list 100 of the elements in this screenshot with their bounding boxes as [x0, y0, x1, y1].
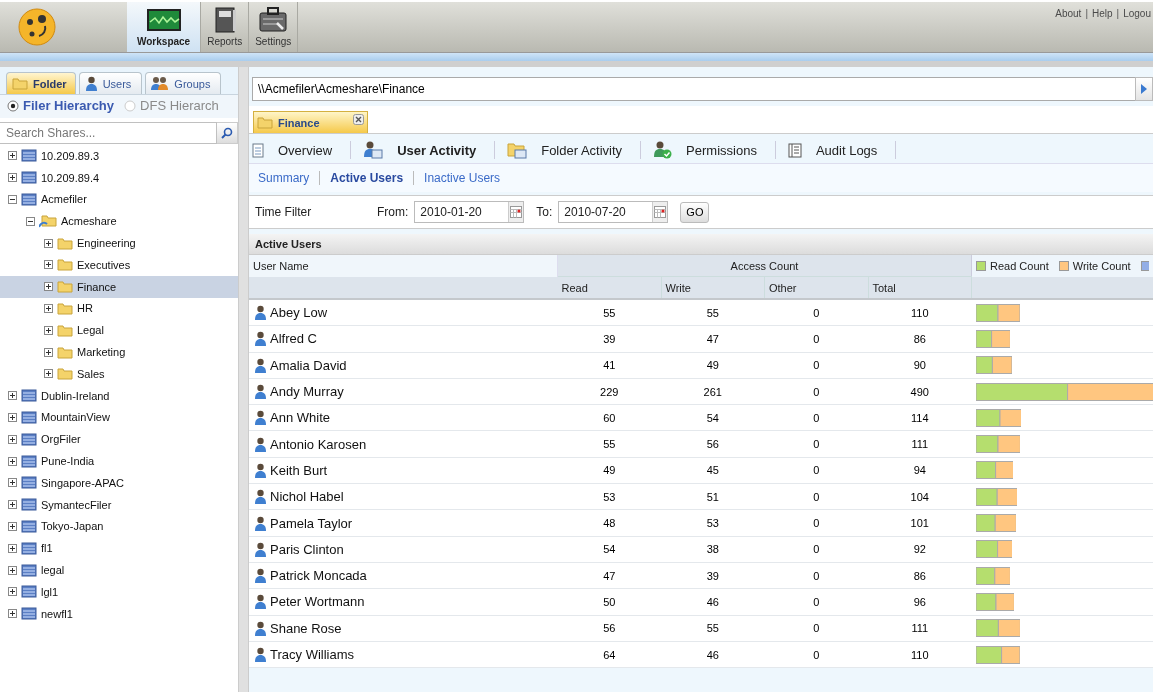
user-name[interactable]: Amalia David — [270, 357, 347, 373]
tree-item[interactable]: OrgFiler — [0, 428, 238, 451]
folder-icon — [257, 116, 273, 129]
tree-item[interactable]: Sales — [0, 362, 238, 385]
expand-icon — [8, 434, 17, 444]
date-field[interactable]: 2010-01-20 — [414, 201, 525, 223]
tree-item[interactable]: fl1 — [0, 537, 238, 560]
tree-item[interactable]: Dublin-Ireland — [0, 384, 238, 407]
table-cell: 0 — [764, 536, 868, 563]
expand-icon — [8, 173, 17, 183]
tree-item[interactable]: Acmefiler — [0, 188, 238, 211]
server-icon — [21, 563, 37, 577]
tree-item[interactable]: SymantecFiler — [0, 493, 238, 516]
table-cell: 0 — [764, 562, 868, 589]
table-cell: 0 — [764, 431, 868, 458]
table-cell: 46 — [661, 588, 765, 616]
tree-item[interactable]: 10.209.89.4 — [0, 166, 238, 189]
user-name[interactable]: Peter Wortmann — [270, 594, 365, 610]
server-icon — [21, 410, 37, 424]
document-tab[interactable]: Finance — [253, 111, 368, 133]
subview-link[interactable]: Active Users — [330, 171, 404, 185]
tree-item[interactable]: legal — [0, 559, 238, 581]
list-icon — [787, 142, 802, 158]
toolbox-icon — [259, 7, 288, 33]
legend-label: Read Count — [990, 259, 1049, 272]
user-name[interactable]: Pamela Taylor — [270, 515, 353, 531]
user-card-icon — [363, 141, 384, 159]
calendar-icon — [654, 206, 667, 218]
user-icon — [254, 384, 267, 400]
folder-icon — [57, 280, 73, 294]
expand-icon — [8, 412, 17, 422]
subview-link[interactable]: Inactive Users — [424, 171, 501, 185]
table-cell: 56 — [661, 431, 765, 458]
tree-item[interactable]: Singapore-APAC — [0, 471, 238, 494]
tree-item[interactable]: Legal — [0, 319, 238, 342]
tree-item[interactable]: Acmeshare — [0, 210, 238, 233]
user-name[interactable]: Andy Murray — [270, 384, 344, 400]
table-cell: 111 — [868, 615, 972, 642]
tree-item[interactable]: HR — [0, 297, 238, 320]
radio-option[interactable]: Filer Hierarchy — [7, 98, 115, 113]
table-cell: 114 — [868, 404, 972, 431]
user-name[interactable]: Paris Clinton — [270, 541, 344, 557]
table-cell: 86 — [868, 562, 972, 589]
table-cell: 0 — [764, 588, 868, 616]
search-button[interactable] — [217, 122, 238, 144]
user-icon — [254, 462, 267, 478]
user-name[interactable]: Nichol Habel — [270, 489, 344, 505]
sidebar-tab[interactable]: Groups — [145, 72, 222, 94]
user-name[interactable]: Ann White — [270, 410, 330, 426]
user-icon — [254, 515, 267, 531]
table-cell: 86 — [868, 325, 972, 353]
header-link[interactable]: Help — [1092, 8, 1113, 19]
user-name[interactable]: Alfred C — [270, 331, 317, 347]
tree-item[interactable]: 10.209.89.3 — [0, 145, 238, 167]
view-tab[interactable]: Permissions — [653, 141, 776, 159]
sidebar-tab[interactable]: Folder — [6, 72, 76, 94]
sidebar-tab[interactable]: Users — [78, 72, 143, 94]
view-tab[interactable]: Folder Activity — [507, 141, 642, 159]
date-field[interactable]: 2010-07-20 — [558, 201, 669, 223]
table-cell: 90 — [868, 352, 972, 379]
tree-item[interactable]: Pune-India — [0, 450, 238, 472]
table-cell: 0 — [764, 615, 868, 642]
tree-item[interactable]: Tokyo-Japan — [0, 515, 238, 538]
search-field[interactable]: Search Shares... — [0, 122, 217, 144]
go-button[interactable]: GO — [680, 201, 710, 223]
column-header[interactable]: User Name — [249, 255, 558, 277]
user-icon — [254, 620, 267, 636]
user-name[interactable]: Shane Rose — [270, 620, 342, 636]
table-cell: 56 — [557, 615, 661, 642]
header-link[interactable]: Logou — [1123, 8, 1151, 19]
view-tab[interactable]: User Activity — [363, 141, 496, 159]
binder-icon — [212, 7, 237, 33]
subview-link[interactable]: Summary — [258, 171, 310, 185]
server-icon — [21, 389, 37, 403]
view-tab[interactable]: Overview — [252, 141, 352, 159]
user-name[interactable]: Patrick Moncada — [270, 568, 367, 584]
group-icon — [151, 76, 170, 91]
user-name[interactable]: Keith Burt — [270, 462, 328, 478]
path-field[interactable]: \\Acmefiler\Acmeshare\Finance — [252, 77, 1136, 101]
view-tab[interactable]: Audit Logs — [787, 141, 897, 159]
stacked-bar-drawing — [975, 356, 1012, 375]
user-name[interactable]: Abey Low — [270, 305, 328, 321]
tree-item[interactable]: newfl1 — [0, 602, 238, 625]
user-name[interactable]: Antonio Karosen — [270, 436, 367, 452]
folder-icon — [57, 258, 73, 272]
server-icon — [21, 171, 37, 185]
go-button[interactable] — [1135, 77, 1153, 101]
tree-item[interactable]: Executives — [0, 254, 238, 276]
user-name[interactable]: Tracy Williams — [270, 647, 354, 662]
tree-item[interactable]: MountainView — [0, 406, 238, 429]
stacked-bar-drawing — [975, 487, 1018, 506]
nav-button[interactable]: Reports — [201, 2, 250, 52]
header-link[interactable]: About — [1055, 8, 1082, 19]
nav-button[interactable]: Settings — [249, 2, 299, 52]
nav-button[interactable]: Workspace — [127, 2, 202, 52]
tree-item[interactable]: Finance — [0, 275, 238, 298]
tree-item[interactable]: Marketing — [0, 341, 238, 363]
tree-item[interactable]: lgl1 — [0, 580, 238, 603]
stacked-bar-drawing — [975, 592, 1014, 611]
tree-item[interactable]: Engineering — [0, 232, 238, 254]
